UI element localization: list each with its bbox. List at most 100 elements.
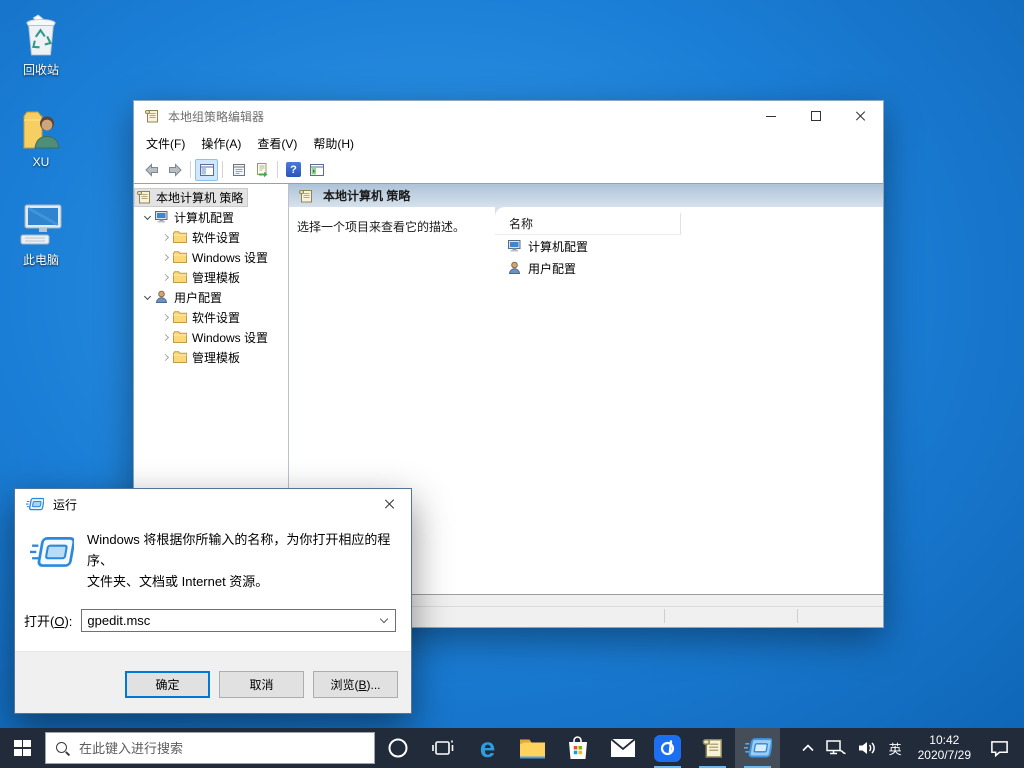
list-item-computer-config[interactable]: 计算机配置 bbox=[495, 235, 883, 257]
tree-item-user-admin-templates[interactable]: 管理模板 bbox=[134, 347, 288, 367]
desktop-icon-this-pc[interactable]: 此电脑 bbox=[2, 200, 80, 268]
results-pane-title: 本地计算机 策略 bbox=[323, 187, 410, 204]
desktop-icon-user-folder[interactable]: XU bbox=[2, 104, 80, 169]
browse-button[interactable]: 浏览(B)... bbox=[313, 671, 398, 698]
desktop-icon-label: XU bbox=[2, 155, 80, 169]
policy-scroll-icon bbox=[701, 735, 725, 761]
toolbar-separator bbox=[277, 161, 278, 178]
taskbar-search-box[interactable] bbox=[45, 732, 375, 764]
folder-icon bbox=[172, 349, 188, 365]
back-arrow-icon bbox=[144, 162, 160, 178]
back-button[interactable] bbox=[140, 159, 163, 181]
tree-item-label: 本地计算机 策略 bbox=[156, 189, 243, 206]
run-description: Windows 将根据你所输入的名称，为你打开相应的程序、 文件夹、文档或 In… bbox=[87, 530, 396, 592]
ime-indicator[interactable]: 英 bbox=[882, 739, 909, 758]
tree-item-computer-software-settings[interactable]: 软件设置 bbox=[134, 227, 288, 247]
tree-item-label: 管理模板 bbox=[192, 269, 240, 286]
volume-button[interactable] bbox=[852, 728, 882, 768]
menu-view[interactable]: 查看(V) bbox=[249, 132, 305, 155]
search-icon bbox=[55, 741, 70, 756]
tree-item-local-policy[interactable]: 本地计算机 策略 bbox=[134, 187, 288, 207]
run-dialog-icon bbox=[30, 535, 74, 592]
edge-button[interactable]: e bbox=[465, 728, 510, 768]
run-command-input[interactable] bbox=[82, 613, 373, 628]
ok-button[interactable]: 确定 bbox=[125, 671, 210, 698]
statusbar-pane-divider bbox=[797, 609, 798, 623]
user-config-icon bbox=[507, 260, 523, 276]
toolbar-separator bbox=[190, 161, 191, 178]
menu-action[interactable]: 操作(A) bbox=[193, 132, 249, 155]
cortana-icon bbox=[387, 737, 409, 759]
tree-item-user-software-settings[interactable]: 软件设置 bbox=[134, 307, 288, 327]
list-column-header-row: 名称 bbox=[495, 213, 883, 235]
folder-icon bbox=[172, 309, 188, 325]
chevron-down-icon[interactable] bbox=[140, 296, 154, 299]
chevron-right-icon[interactable] bbox=[158, 335, 172, 340]
run-dialog-titlebar[interactable]: 运行 bbox=[15, 489, 411, 519]
todesk-button[interactable] bbox=[645, 728, 690, 768]
menu-help[interactable]: 帮助(H) bbox=[305, 132, 362, 155]
tree-item-label: 软件设置 bbox=[192, 229, 240, 246]
run-command-combobox[interactable] bbox=[81, 609, 396, 632]
file-explorer-button[interactable] bbox=[510, 728, 555, 768]
microsoft-store-button[interactable] bbox=[555, 728, 600, 768]
gpedit-menubar: 文件(F) 操作(A) 查看(V) 帮助(H) bbox=[134, 131, 883, 156]
tree-item-user-config[interactable]: 用户配置 bbox=[134, 287, 288, 307]
edge-icon: e bbox=[480, 734, 496, 762]
run-dialog: 运行 Windows 将根据你所输入的名称，为你打开相应的程序、 文件夹、文档或… bbox=[14, 488, 412, 714]
forward-arrow-icon bbox=[167, 162, 183, 178]
forward-button[interactable] bbox=[163, 159, 186, 181]
show-console-tree-button[interactable] bbox=[195, 159, 218, 181]
search-input[interactable] bbox=[79, 741, 365, 756]
gpedit-taskbar-button[interactable] bbox=[690, 728, 735, 768]
mail-button[interactable] bbox=[600, 728, 645, 768]
run-taskbar-button[interactable] bbox=[735, 728, 780, 768]
tree-item-computer-config[interactable]: 计算机配置 bbox=[134, 207, 288, 227]
run-open-row: 打开(O): bbox=[15, 609, 411, 632]
run-close-button[interactable] bbox=[369, 489, 411, 519]
gpedit-titlebar[interactable]: 本地组策略编辑器 bbox=[134, 101, 883, 131]
chevron-right-icon[interactable] bbox=[158, 255, 172, 260]
network-button[interactable] bbox=[820, 728, 852, 768]
properties-icon bbox=[231, 162, 247, 178]
tree-item-label: 用户配置 bbox=[174, 289, 222, 306]
export-list-button[interactable] bbox=[250, 159, 273, 181]
cortana-button[interactable] bbox=[375, 728, 420, 768]
maximize-button[interactable] bbox=[793, 101, 838, 131]
gpedit-window-title: 本地组策略编辑器 bbox=[168, 108, 748, 125]
tree-item-computer-admin-templates[interactable]: 管理模板 bbox=[134, 267, 288, 287]
properties-button[interactable] bbox=[227, 159, 250, 181]
tree-item-user-windows-settings[interactable]: Windows 设置 bbox=[134, 327, 288, 347]
task-view-button[interactable] bbox=[420, 728, 465, 768]
taskbar-clock[interactable]: 10:42 2020/7/29 bbox=[909, 733, 980, 763]
chevron-right-icon[interactable] bbox=[158, 275, 172, 280]
system-tray: 英 10:42 2020/7/29 bbox=[796, 728, 1024, 768]
network-icon bbox=[825, 739, 847, 757]
run-app-icon bbox=[26, 497, 44, 512]
chevron-right-icon[interactable] bbox=[158, 315, 172, 320]
desktop-icon-label: 此电脑 bbox=[2, 251, 80, 268]
help-button[interactable]: ? bbox=[282, 159, 305, 181]
chevron-up-icon bbox=[801, 743, 815, 753]
minimize-button[interactable] bbox=[748, 101, 793, 131]
desktop-icon-recycle-bin[interactable]: 回收站 bbox=[2, 10, 80, 78]
task-view-icon bbox=[431, 737, 455, 759]
list-item-label: 计算机配置 bbox=[528, 238, 588, 255]
action-center-button[interactable] bbox=[980, 728, 1024, 768]
start-button[interactable] bbox=[0, 728, 45, 768]
chevron-right-icon[interactable] bbox=[158, 355, 172, 360]
combobox-dropdown-icon[interactable] bbox=[373, 619, 395, 622]
name-column-header[interactable]: 名称 bbox=[495, 213, 681, 235]
menu-file[interactable]: 文件(F) bbox=[138, 132, 193, 155]
hidden-icons-button[interactable] bbox=[796, 728, 820, 768]
chevron-right-icon[interactable] bbox=[158, 235, 172, 240]
cancel-button[interactable]: 取消 bbox=[219, 671, 304, 698]
folder-icon bbox=[172, 229, 188, 245]
standard-view-button[interactable] bbox=[305, 159, 328, 181]
tree-item-label: 计算机配置 bbox=[174, 209, 234, 226]
chevron-down-icon[interactable] bbox=[140, 216, 154, 219]
close-button[interactable] bbox=[838, 101, 883, 131]
run-dialog-title: 运行 bbox=[53, 496, 77, 513]
tree-item-computer-windows-settings[interactable]: Windows 设置 bbox=[134, 247, 288, 267]
list-item-user-config[interactable]: 用户配置 bbox=[495, 257, 883, 279]
